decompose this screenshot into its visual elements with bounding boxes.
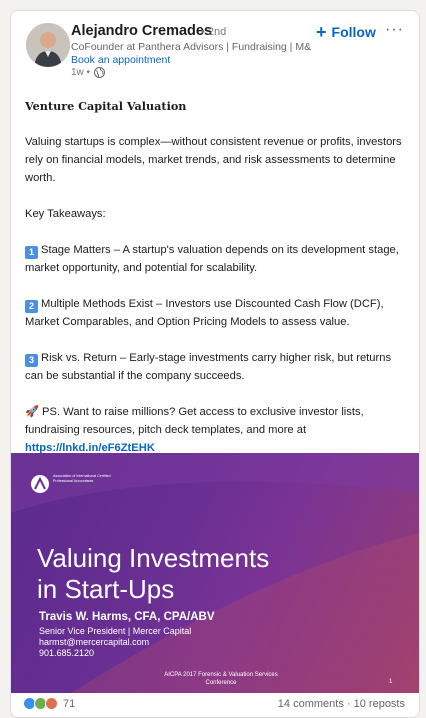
engagement-counts: 14 comments · 10 reposts (278, 698, 405, 710)
takeaway-text: Risk vs. Return – Early-stage investment… (25, 352, 392, 382)
slide-title-line: in Start-Ups (37, 574, 175, 604)
plus-icon: + (316, 22, 327, 42)
slide-presenter: Travis W. Harms, CFA, CPA/ABV (39, 611, 215, 623)
slide-page-number: 1 (389, 679, 393, 685)
takeaway-item: 1 Stage Matters – A startup's valuation d… (25, 241, 405, 277)
post-time: 1w • (71, 67, 106, 78)
slide-org-text: Association of International Certified P… (53, 474, 111, 483)
slide-title: Valuing Investments in Start-Ups (37, 543, 269, 605)
author-headline: CoFounder at Panthera Advisors | Fundrai… (71, 41, 311, 53)
rocket-icon: 🚀 (25, 406, 39, 418)
slide-presenter-email: harmst@mercercapital.com (39, 637, 150, 647)
post-card: Alejandro Cremades • 2nd CoFounder at Pa… (10, 10, 420, 718)
reactions-summary[interactable]: 71 (23, 697, 75, 710)
ps-text: PS. Want to raise millions? Get access t… (25, 406, 364, 436)
keycap-number-icon: 1 (25, 246, 38, 259)
slide-title-line: Valuing Investments (37, 543, 270, 573)
takeaway-item: 2 Multiple Methods Exist – Investors use … (25, 295, 405, 331)
post-time-text: 1w • (71, 67, 91, 78)
post-header: Alejandro Cremades • 2nd CoFounder at Pa… (11, 11, 419, 89)
more-options-icon[interactable]: ··· (385, 21, 404, 39)
reaction-count: 71 (63, 697, 76, 710)
globe-icon (94, 67, 106, 78)
slide-conference-line: AICPA 2017 Forensic & Valuation Services (164, 672, 278, 678)
takeaway-item: 3 Risk vs. Return – Early-stage investmen… (25, 349, 405, 385)
slide-presenter-role: Senior Vice President | Mercer Capital (39, 626, 192, 636)
attached-slide-image[interactable]: Association of International Certified P… (11, 453, 419, 693)
comments-count[interactable]: 14 comments (278, 698, 344, 710)
author-name[interactable]: Alejandro Cremades (71, 23, 212, 39)
keycap-number-icon: 2 (25, 300, 38, 313)
avatar[interactable] (26, 23, 70, 67)
takeaway-text: Multiple Methods Exist – Investors use D… (25, 298, 384, 328)
slide-presenter-phone: 901.685.2120 (39, 648, 95, 658)
social-counts-bar: 71 14 comments · 10 reposts (11, 693, 419, 717)
takeaways-heading: Key Takeaways: (25, 208, 106, 220)
slide-conference-line: Conference (205, 680, 237, 686)
aicpa-logo-icon (31, 475, 49, 493)
slide-conference: AICPA 2017 Forensic & Valuation Services… (141, 671, 301, 687)
keycap-number-icon: 3 (25, 354, 38, 367)
takeaway-text: Stage Matters – A startup's valuation de… (25, 244, 399, 274)
post-body: Venture Capital Valuation Valuing startu… (25, 89, 405, 475)
book-appointment-link[interactable]: Book an appointment (71, 54, 170, 66)
love-reaction-icon (45, 697, 58, 710)
post-title: Venture Capital Valuation (25, 99, 187, 113)
follow-button[interactable]: + Follow (316, 22, 376, 42)
count-separator: · (346, 698, 351, 710)
post-ps: 🚀 PS. Want to raise millions? Get access… (25, 403, 405, 457)
person-icon (26, 23, 70, 67)
connection-degree: • 2nd (201, 26, 227, 38)
follow-label: Follow (331, 24, 376, 40)
reposts-count[interactable]: 10 reposts (354, 698, 405, 710)
post-intro: Valuing startups is complex—without cons… (25, 136, 402, 184)
